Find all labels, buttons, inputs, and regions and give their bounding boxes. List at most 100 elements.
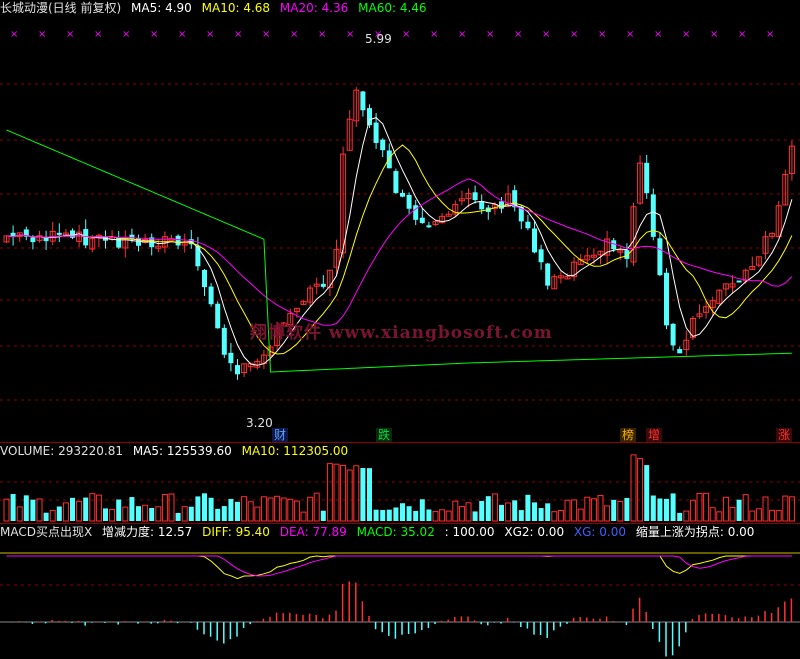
candle-body	[175, 235, 181, 246]
volume-bar	[280, 497, 287, 522]
candle-body	[512, 190, 518, 208]
volume-bar	[696, 492, 703, 522]
volume-bar	[62, 502, 69, 522]
volume-bar	[611, 499, 617, 521]
volume-bar	[525, 494, 531, 521]
volume-bar	[762, 496, 769, 522]
volume-bar	[109, 508, 116, 522]
volume-bar	[3, 498, 10, 522]
signal-cross: ×	[234, 29, 242, 40]
volume-bar	[254, 506, 261, 522]
volume-bar	[168, 493, 175, 522]
signal-cross: ×	[570, 29, 578, 40]
volume-bar	[465, 502, 472, 522]
signal-cross: ×	[150, 29, 158, 40]
volume-bar	[491, 493, 498, 522]
volume-bar	[755, 508, 762, 522]
signal-cross: ×	[682, 29, 690, 40]
candle-body	[419, 217, 425, 223]
signal-cross: ×	[346, 29, 354, 40]
volume-bar	[83, 497, 89, 521]
marker-cai: 财	[272, 428, 289, 442]
volume-bar	[333, 463, 340, 522]
volume-bar	[367, 468, 372, 521]
volume-bar	[202, 493, 207, 521]
volume-bar	[116, 499, 122, 521]
volume-bar	[221, 506, 227, 521]
volume-bar	[630, 454, 637, 522]
volume-bar	[590, 498, 597, 522]
volume-bar	[551, 511, 558, 522]
volume-bar	[604, 505, 611, 522]
signal-cross: ×	[458, 29, 466, 40]
candle-body	[56, 232, 62, 235]
volume-bar	[56, 506, 62, 521]
volume-bar	[775, 510, 782, 522]
volume-bar	[155, 506, 162, 522]
volume-bar	[518, 510, 524, 521]
volume-bar	[577, 508, 584, 522]
candle-body	[664, 272, 669, 326]
volume-bar	[479, 500, 485, 521]
volume-bar	[571, 499, 578, 522]
candle-body	[235, 365, 240, 375]
volume-bar	[247, 501, 254, 522]
signal-cross: ×	[38, 29, 46, 40]
volume-bar	[16, 506, 23, 522]
volume-bar	[340, 464, 347, 522]
candle-body	[736, 280, 742, 283]
volume-bar	[346, 469, 353, 522]
candle-body	[228, 352, 234, 364]
signal-cross: ×	[10, 29, 18, 40]
volume-bar	[564, 499, 571, 522]
candle-body	[202, 269, 207, 288]
volume-bar	[393, 507, 399, 521]
volume-bar	[637, 458, 644, 522]
volume-bar	[307, 496, 314, 522]
candle-body	[320, 283, 326, 287]
volume-bar	[95, 494, 102, 522]
volume-bar	[677, 512, 683, 521]
volume-bar	[188, 506, 194, 521]
volume-bar	[10, 494, 16, 521]
volume-bar	[293, 500, 300, 522]
volume-bar	[532, 502, 537, 521]
signal-cross: ×	[178, 29, 186, 40]
candle-body	[221, 327, 227, 355]
candle-body	[30, 237, 36, 243]
volume-bar	[742, 494, 749, 522]
watermark: 翔博软件 www.xiangbosoft.com	[250, 323, 553, 343]
candle-body	[367, 108, 372, 126]
candle-body	[360, 91, 366, 111]
candle-body	[208, 286, 214, 305]
volume-bar	[722, 496, 729, 522]
candle-body	[195, 245, 201, 267]
volume-bar	[36, 498, 43, 522]
volume-bar	[142, 504, 149, 522]
candle-body	[479, 201, 485, 210]
volume-bar	[76, 500, 83, 522]
volume-bar	[287, 498, 294, 522]
signal-cross: ×	[738, 29, 746, 40]
volume-bar	[657, 498, 663, 521]
volume-bar	[452, 500, 459, 522]
volume-bar	[195, 496, 201, 521]
marker-zeng: 增	[646, 428, 663, 442]
volume-bar	[136, 506, 141, 521]
signal-cross: ×	[262, 29, 270, 40]
volume-bar	[89, 493, 96, 522]
high-price-label: 5.99	[365, 32, 392, 46]
candle-body	[215, 303, 221, 329]
volume-bar	[689, 499, 696, 522]
dea-line	[6, 555, 792, 577]
volume-bar	[624, 497, 630, 521]
candle-body	[532, 228, 537, 253]
signal-cross: ×	[402, 29, 410, 40]
volume-bar	[426, 509, 432, 521]
volume-bar	[729, 506, 736, 522]
volume-bar	[23, 495, 29, 521]
signal-cross: ×	[626, 29, 634, 40]
candle-body	[545, 263, 551, 286]
volume-bar	[703, 492, 710, 522]
candle-body	[386, 150, 392, 169]
